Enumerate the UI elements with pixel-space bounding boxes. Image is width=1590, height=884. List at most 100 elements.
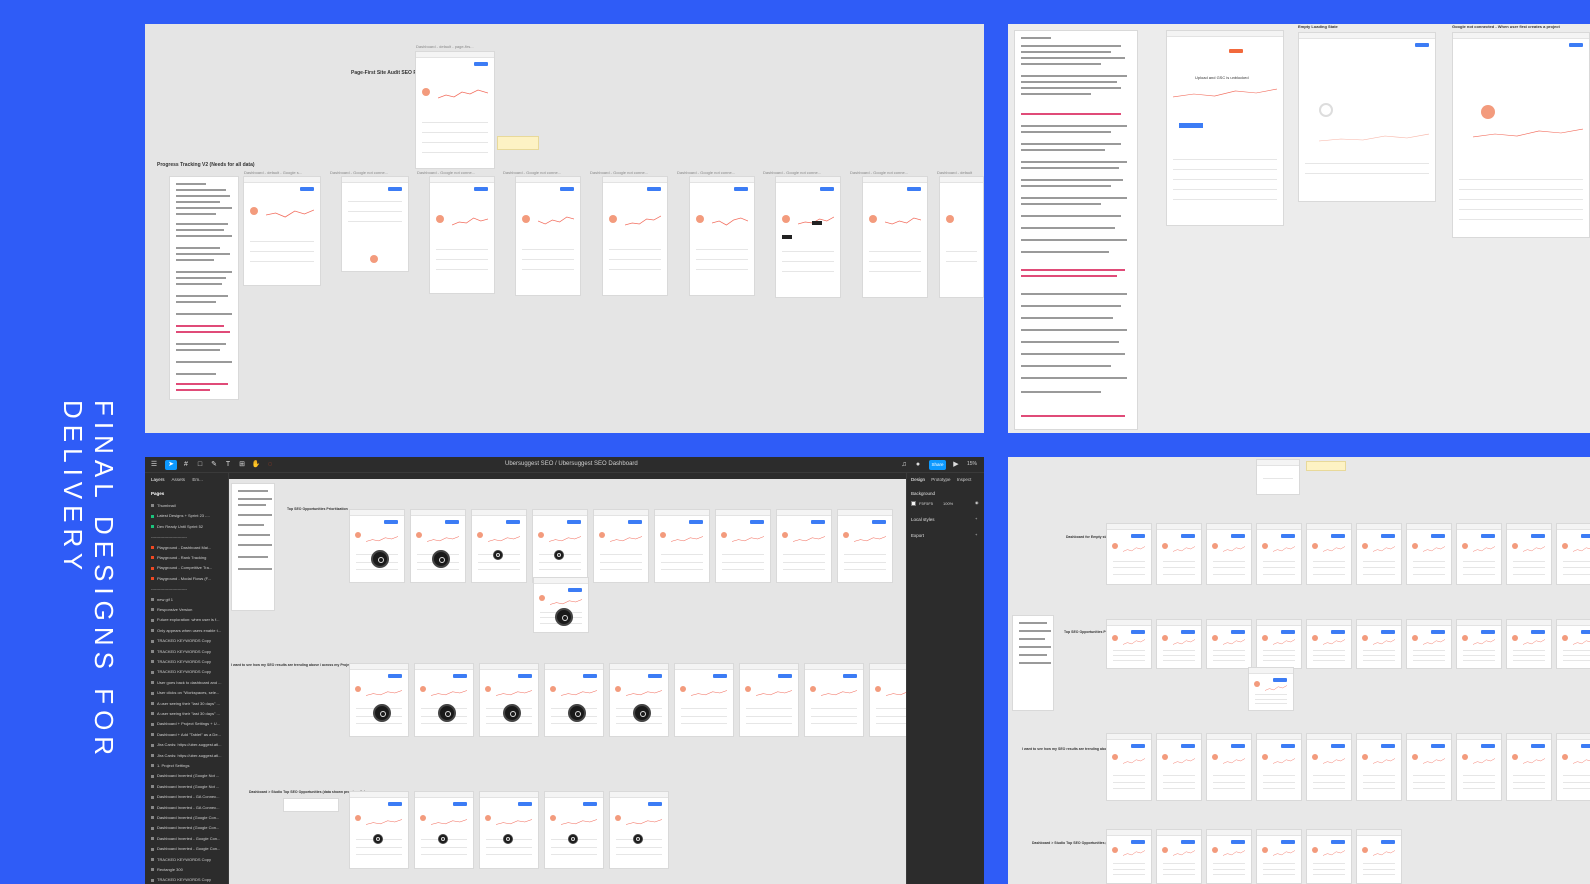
page-item[interactable]: User clicks on "Workspaces, sele... bbox=[151, 690, 227, 695]
hand-tool-icon[interactable]: ✋ bbox=[251, 460, 261, 470]
dashboard-thumbnail[interactable] bbox=[1356, 523, 1402, 585]
page-item[interactable]: Dashboard + Add "Tablet" as a De... bbox=[151, 732, 227, 737]
page-item[interactable]: Dashboard Inverted (Google Con... bbox=[151, 825, 227, 830]
dashboard-thumbnail[interactable] bbox=[544, 663, 604, 737]
dashboard-thumbnail[interactable] bbox=[739, 663, 799, 737]
page-item[interactable]: new gif 1 bbox=[151, 597, 227, 602]
page-item[interactable]: TRACKED KEYWORDS Copy bbox=[151, 659, 227, 664]
page-item[interactable]: Jira Cards: https://uber-suggest.atl... bbox=[151, 753, 227, 758]
background-swatch[interactable] bbox=[911, 501, 916, 506]
dashboard-thumbnail[interactable] bbox=[1456, 619, 1502, 669]
dashboard-thumbnail[interactable] bbox=[410, 509, 466, 583]
page-item[interactable]: TRACKED KEYWORDS Copy bbox=[151, 649, 227, 654]
page-item[interactable]: Playground - Dashboard Mai... bbox=[151, 545, 227, 550]
page-item[interactable]: TRACKED KEYWORDS Copy bbox=[151, 669, 227, 674]
dashboard-thumbnail[interactable] bbox=[1156, 829, 1202, 884]
avatar[interactable]: ● bbox=[913, 460, 923, 470]
spec-document[interactable] bbox=[1014, 30, 1138, 430]
dashboard-thumbnail[interactable] bbox=[1156, 619, 1202, 669]
dashboard-thumbnail[interactable] bbox=[1406, 523, 1452, 585]
page-item[interactable]: Future exploration: when user is f... bbox=[151, 617, 227, 622]
eye-icon[interactable]: ◉ bbox=[975, 500, 979, 505]
dashboard-thumbnail[interactable] bbox=[1406, 619, 1452, 669]
dashboard-thumbnail[interactable] bbox=[1256, 619, 1302, 669]
dashboard-thumbnail[interactable] bbox=[1456, 523, 1502, 585]
sticky-note[interactable] bbox=[497, 136, 539, 150]
dashboard-thumbnail[interactable] bbox=[1256, 523, 1302, 585]
page-item[interactable]: Dev Ready Until Sprint 52 bbox=[151, 524, 227, 529]
page-item[interactable]: Jira Cards: https://uber-suggest.atl... bbox=[151, 742, 227, 747]
dashboard-thumbnail[interactable] bbox=[869, 663, 906, 737]
dashboard-thumbnail[interactable] bbox=[1506, 523, 1552, 585]
zoom-level[interactable]: 15% bbox=[967, 461, 977, 467]
page-item[interactable]: TRACKED KEYWORDS Copy bbox=[151, 638, 227, 643]
dashboard-thumbnail[interactable] bbox=[1456, 733, 1502, 801]
dashboard-thumbnail[interactable] bbox=[1206, 733, 1252, 801]
dashboard-thumbnail[interactable] bbox=[1356, 829, 1402, 884]
spec-document[interactable] bbox=[1012, 615, 1054, 711]
dashboard-thumbnail[interactable] bbox=[471, 509, 527, 583]
dashboard-thumbnail[interactable] bbox=[1206, 619, 1252, 669]
page-item[interactable]: Dashboard Inverted (Google Not ... bbox=[151, 773, 227, 778]
tab-layers[interactable]: Layers bbox=[151, 477, 165, 482]
page-item[interactable]: --------------------------- bbox=[151, 586, 227, 591]
dashboard-thumbnail[interactable] bbox=[414, 791, 474, 869]
dashboard-thumbnail[interactable] bbox=[1106, 619, 1152, 669]
dashboard-thumbnail[interactable] bbox=[341, 176, 409, 272]
add-export-icon[interactable]: + bbox=[975, 532, 977, 537]
dashboard-thumbnail[interactable] bbox=[1306, 829, 1352, 884]
page-item[interactable]: A user seeing their "last 30 days" ... bbox=[151, 701, 227, 706]
page-item[interactable]: A user seeing their "last 30 days" ... bbox=[151, 711, 227, 716]
dashboard-thumbnail[interactable] bbox=[415, 51, 495, 169]
page-item[interactable]: Dashboard Inverted - GA Connec... bbox=[151, 794, 227, 799]
page-item[interactable]: TRACKED KEYWORDS Copy bbox=[151, 877, 227, 882]
dashboard-thumbnail[interactable] bbox=[1556, 523, 1590, 585]
page-item[interactable]: TRACKED KEYWORDS Copy bbox=[151, 857, 227, 862]
page-item[interactable]: Playground - Modal Flows (F... bbox=[151, 576, 227, 581]
move-tool-icon[interactable]: ➤ bbox=[165, 460, 177, 470]
dashboard-thumbnail[interactable] bbox=[1356, 733, 1402, 801]
page-item[interactable]: Dashboard Inverted (Google Con... bbox=[151, 815, 227, 820]
dashboard-thumbnail[interactable] bbox=[544, 791, 604, 869]
dashboard-thumbnail[interactable] bbox=[1356, 619, 1402, 669]
dashboard-thumbnail[interactable] bbox=[1298, 32, 1436, 202]
dashboard-thumbnail[interactable] bbox=[1306, 733, 1352, 801]
dashboard-thumbnail[interactable] bbox=[1506, 733, 1552, 801]
dashboard-thumbnail[interactable] bbox=[862, 176, 928, 298]
dashboard-thumbnail[interactable] bbox=[1406, 733, 1452, 801]
dashboard-thumbnail[interactable] bbox=[349, 791, 409, 869]
dashboard-thumbnail[interactable] bbox=[609, 791, 669, 869]
dashboard-thumbnail[interactable] bbox=[479, 663, 539, 737]
page-item[interactable]: Dashboard Inverted - Google Con... bbox=[151, 846, 227, 851]
comment-tool-icon[interactable]: ◌ bbox=[265, 460, 275, 470]
dashboard-thumbnail[interactable] bbox=[349, 509, 405, 583]
page-item[interactable]: Thumbnail bbox=[151, 503, 227, 508]
sticky-note[interactable] bbox=[1306, 461, 1346, 471]
page-item[interactable]: Dashboard Inverted (Google Not ... bbox=[151, 784, 227, 789]
page-item[interactable]: Only appears when users enable t... bbox=[151, 628, 227, 633]
dashboard-thumbnail[interactable] bbox=[349, 663, 409, 737]
tab-design[interactable]: Design bbox=[911, 477, 925, 482]
page-item[interactable]: Responsive Version bbox=[151, 607, 227, 612]
dashboard-thumbnail[interactable] bbox=[283, 798, 339, 812]
add-style-icon[interactable]: + bbox=[975, 516, 977, 521]
dashboard-thumbnail[interactable] bbox=[414, 663, 474, 737]
dashboard-thumbnail[interactable] bbox=[429, 176, 495, 294]
dashboard-thumbnail[interactable] bbox=[689, 176, 755, 296]
dashboard-thumbnail[interactable] bbox=[1256, 459, 1300, 495]
page-item[interactable]: Playground - Rank Tracking bbox=[151, 555, 227, 560]
dashboard-thumbnail[interactable] bbox=[609, 663, 669, 737]
page-item[interactable]: --------------------------- bbox=[151, 534, 227, 539]
dashboard-thumbnail[interactable] bbox=[479, 791, 539, 869]
tab-page-selector[interactable]: Em... bbox=[192, 477, 203, 482]
dashboard-thumbnail[interactable] bbox=[1556, 619, 1590, 669]
resources-tool-icon[interactable]: ⊞ bbox=[237, 460, 247, 470]
figma-canvas[interactable]: Top SEO Opportunities Prioritization I w… bbox=[229, 473, 906, 884]
dashboard-thumbnail[interactable] bbox=[804, 663, 864, 737]
dashboard-thumbnail[interactable] bbox=[1256, 829, 1302, 884]
dashboard-thumbnail[interactable] bbox=[1306, 523, 1352, 585]
present-icon[interactable]: ▶ bbox=[951, 460, 961, 470]
page-item[interactable]: Playground - Competitive Tra... bbox=[151, 565, 227, 570]
dashboard-thumbnail[interactable] bbox=[1156, 523, 1202, 585]
dashboard-thumbnail[interactable]: Upload and GSC is unblocked bbox=[1166, 30, 1284, 226]
